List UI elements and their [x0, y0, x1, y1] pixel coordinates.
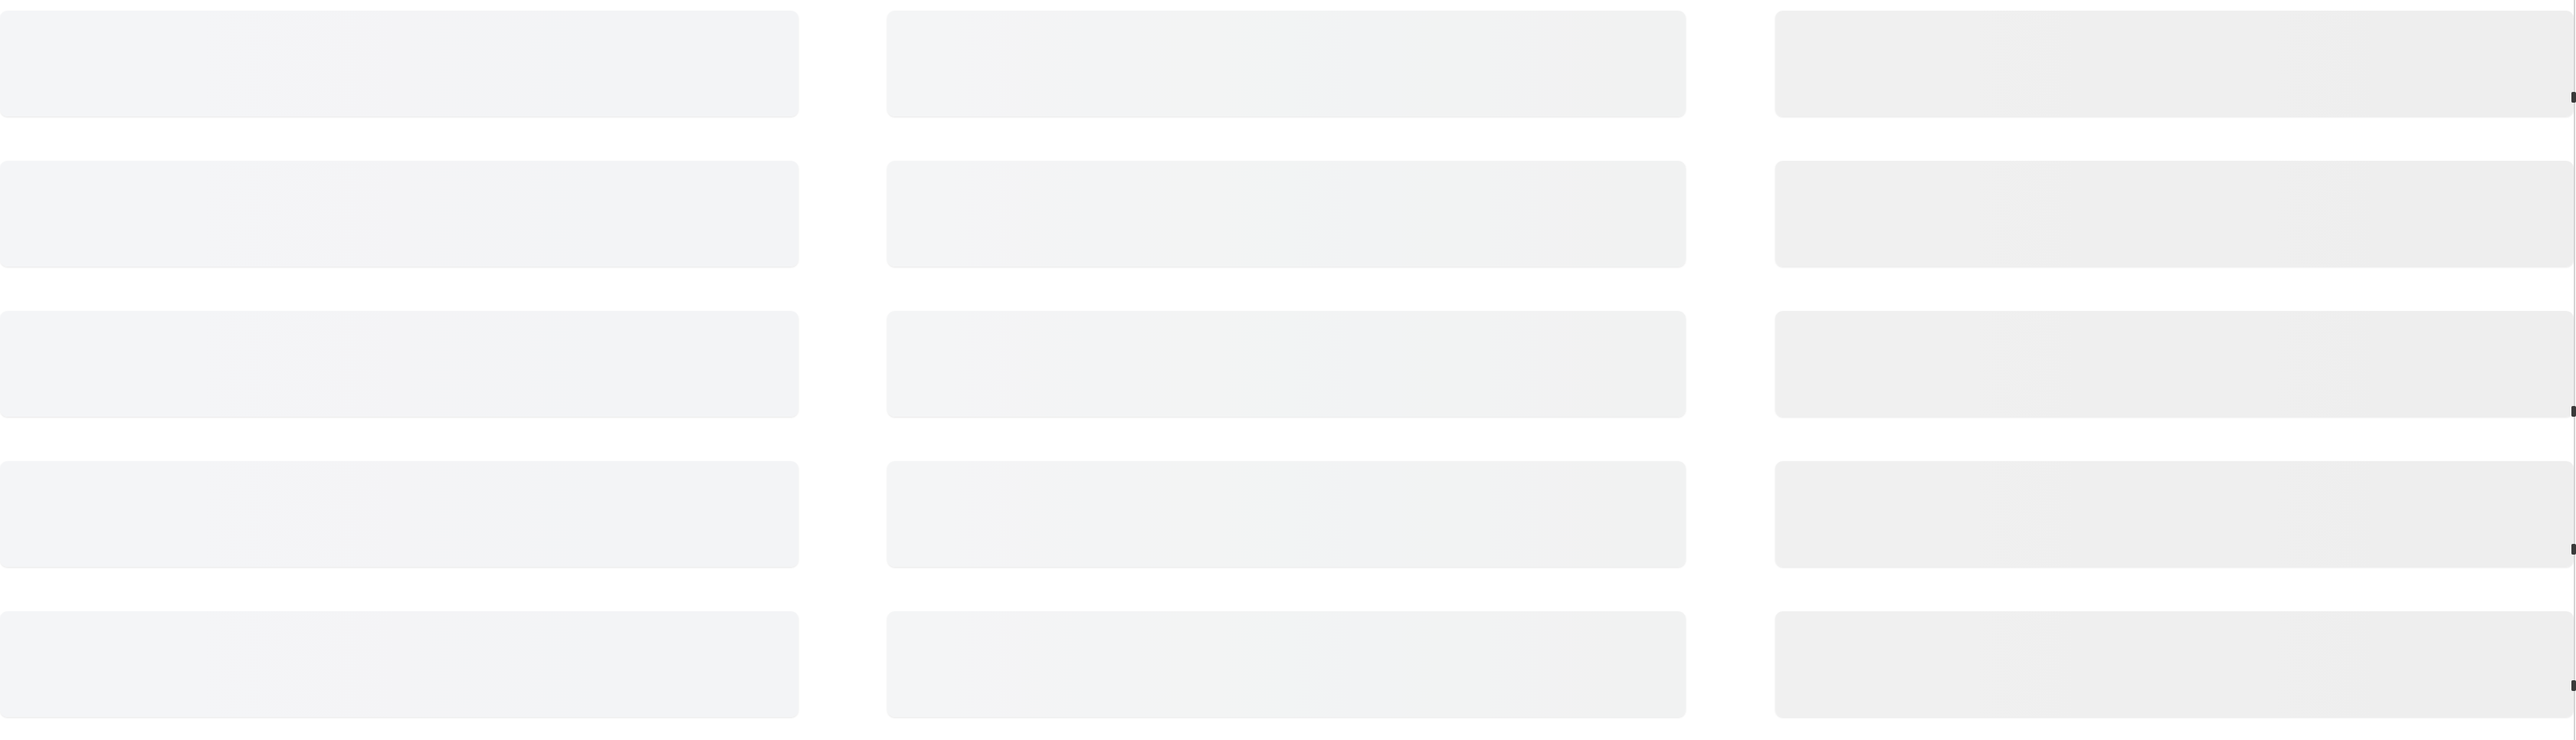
placeholder-card [1775, 11, 2574, 116]
placeholder-card [0, 161, 798, 267]
placeholder-card [0, 11, 798, 116]
placeholder-card [0, 611, 798, 717]
placeholder-card [887, 161, 1686, 267]
edge-tick [2571, 680, 2576, 691]
placeholder-card-grid [0, 0, 2576, 740]
placeholder-card [887, 611, 1686, 717]
placeholder-card [1775, 461, 2574, 567]
placeholder-card [0, 311, 798, 417]
edge-tick [2571, 544, 2576, 555]
placeholder-card [887, 11, 1686, 116]
placeholder-card [1775, 311, 2574, 417]
placeholder-card [1775, 161, 2574, 267]
right-edge-divider [2574, 0, 2575, 740]
edge-tick [2571, 406, 2576, 417]
edge-tick [2571, 92, 2576, 103]
placeholder-card [887, 311, 1686, 417]
placeholder-card [1775, 611, 2574, 717]
placeholder-card [0, 461, 798, 567]
placeholder-card [887, 461, 1686, 567]
